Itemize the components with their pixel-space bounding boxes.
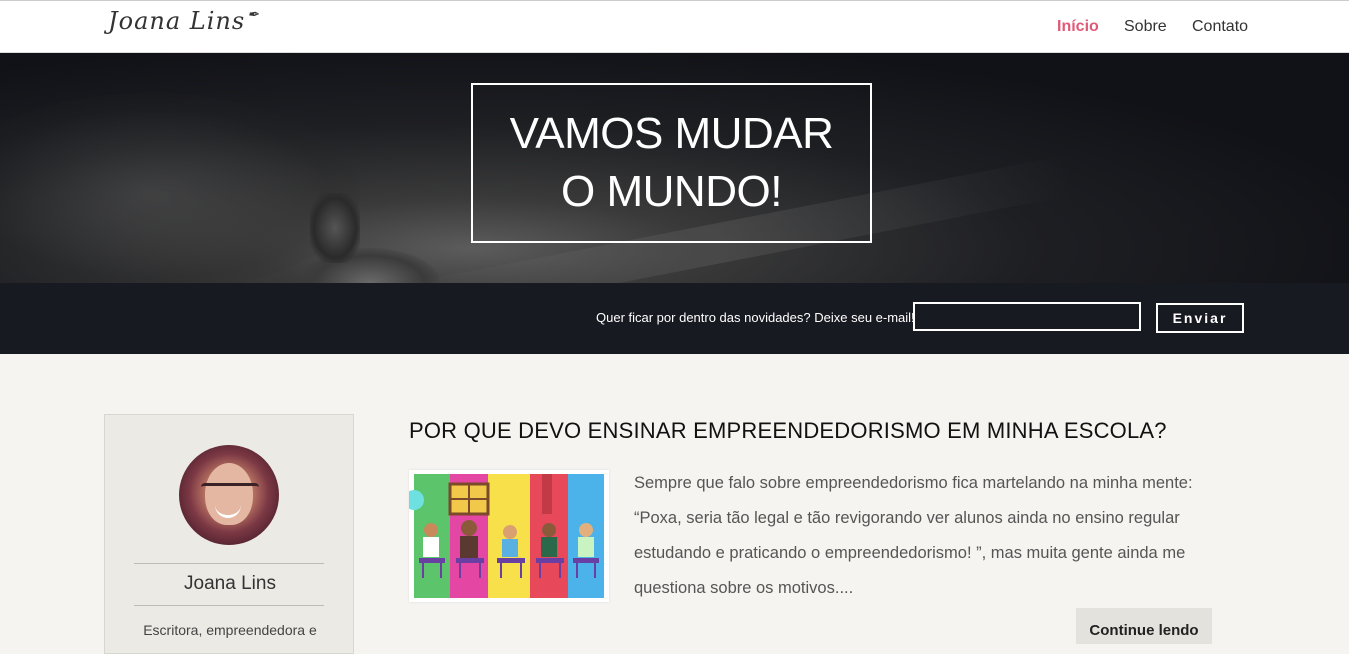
nav-link-contato[interactable]: Contato: [1192, 18, 1248, 36]
email-input[interactable]: [913, 302, 1141, 331]
pen-icon: ✒: [247, 7, 260, 23]
classroom-illustration: [404, 474, 604, 598]
site-header: Joana Lins ✒ Início Sobre Contato: [0, 1, 1349, 53]
hero-banner: VAMOS MUDAR O MUNDO!: [0, 53, 1349, 283]
author-description: Escritora, empreendedora e: [143, 622, 317, 638]
hero-title-box: VAMOS MUDAR O MUNDO!: [471, 83, 872, 243]
door: [542, 474, 552, 514]
avatar-glasses: [201, 483, 259, 496]
nav-link-sobre[interactable]: Sobre: [1124, 18, 1167, 36]
post-thumbnail[interactable]: [404, 470, 609, 602]
hero-title-line-2: O MUNDO!: [561, 167, 782, 216]
author-name: Joana Lins: [184, 573, 276, 594]
avatar: [179, 445, 279, 545]
author-sidebar: Joana Lins Escritora, empreendedora e: [104, 414, 354, 654]
divider: [134, 563, 324, 564]
logo-text: Joana Lins: [108, 7, 246, 35]
divider: [134, 605, 324, 606]
hero-background-glow: [0, 93, 360, 283]
hero-background-knob: [310, 193, 360, 263]
hero-title: VAMOS MUDAR O MUNDO!: [510, 105, 834, 221]
nav-link-inicio[interactable]: Início: [1057, 18, 1099, 36]
submit-button[interactable]: Enviar: [1156, 303, 1244, 333]
continue-reading-button[interactable]: Continue lendo: [1076, 608, 1212, 644]
newsletter-bar: Quer ficar por dentro das novidades? Dei…: [0, 283, 1349, 354]
newsletter-label: Quer ficar por dentro das novidades? Dei…: [596, 310, 915, 325]
post-title[interactable]: POR QUE DEVO ENSINAR EMPREENDEDORISMO EM…: [409, 418, 1167, 444]
post-excerpt: Sempre que falo sobre empreendedorismo f…: [634, 474, 1193, 597]
site-logo[interactable]: Joana Lins ✒: [108, 7, 260, 35]
hero-title-line-1: VAMOS MUDAR: [509, 109, 834, 158]
